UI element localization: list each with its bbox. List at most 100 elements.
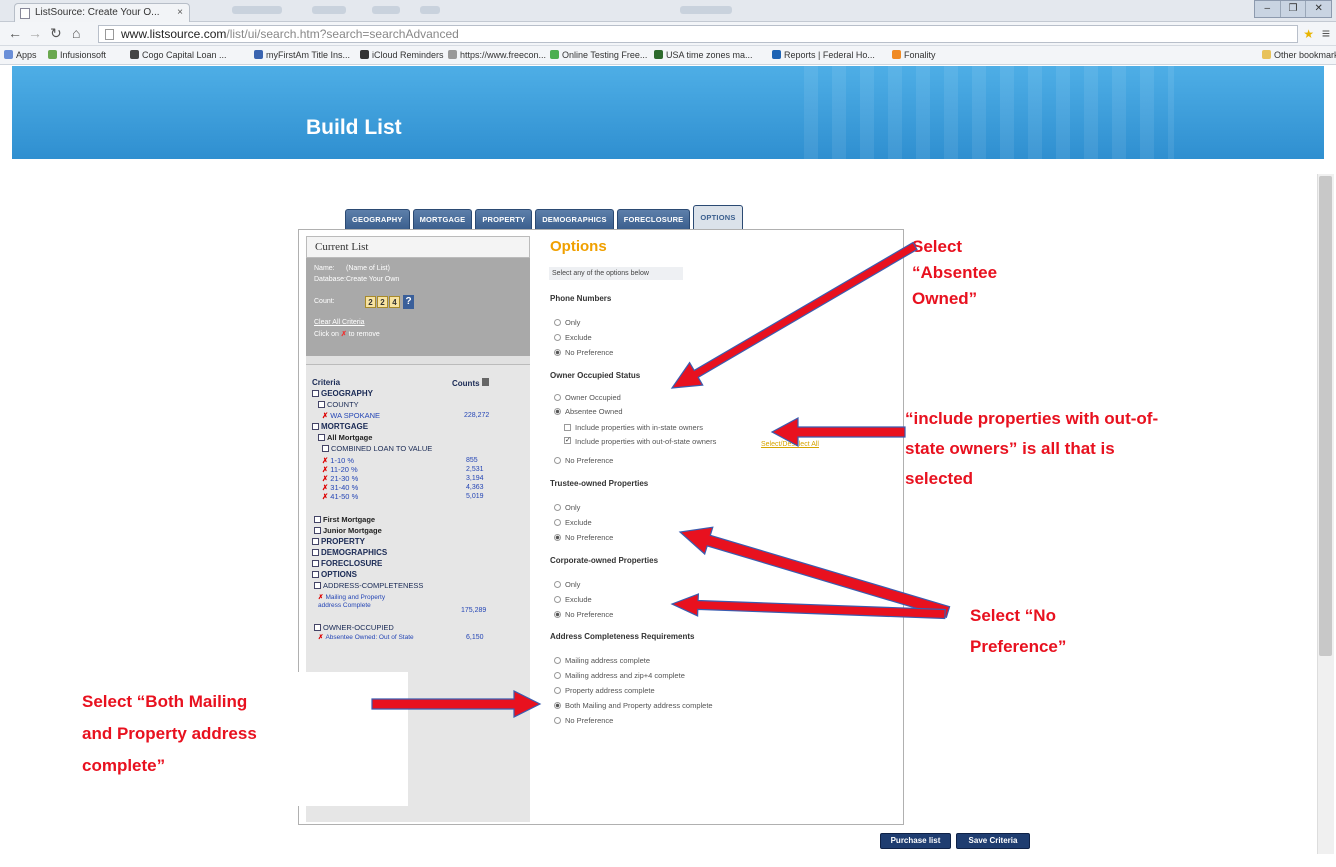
tree-demographics[interactable]: DEMOGRAPHICS: [312, 548, 387, 557]
tree-county[interactable]: COUNTY: [318, 400, 359, 409]
criteria-item[interactable]: ✗ WA SPOKANE: [322, 411, 380, 420]
tab-foreclosure[interactable]: FORECLOSURE: [616, 209, 691, 229]
expand-icon[interactable]: [312, 538, 319, 545]
select-deselect-all-link[interactable]: Select/Deselect All: [761, 441, 819, 448]
expand-icon[interactable]: [314, 516, 321, 523]
help-icon[interactable]: ?: [403, 295, 414, 309]
bookmark-timezones[interactable]: USA time zones ma...: [654, 50, 753, 60]
criteria-item[interactable]: ✗ 21-30 %: [322, 474, 358, 483]
remove-x-icon[interactable]: ✗: [318, 594, 323, 601]
in-state-owners-checkbox[interactable]: Include properties with in-state owners: [564, 423, 703, 432]
other-bookmarks[interactable]: Other bookmarks: [1262, 50, 1336, 60]
criteria-item[interactable]: ✗ 11-20 %: [322, 465, 358, 474]
tree-all-mortgage[interactable]: All Mortgage: [318, 433, 372, 442]
clear-all-criteria-link[interactable]: Clear All Criteria: [314, 319, 365, 326]
criteria-item[interactable]: ✗ 41-50 %: [322, 492, 358, 501]
tab-mortgage[interactable]: MORTGAGE: [412, 209, 473, 229]
collapse-icon[interactable]: [312, 390, 319, 397]
save-criteria-button[interactable]: Save Criteria: [956, 833, 1030, 849]
radio-icon: [554, 687, 561, 694]
corporate-only-radio[interactable]: Only: [554, 580, 580, 589]
bookmark-infusionsoft[interactable]: Infusionsoft: [48, 50, 106, 60]
tree-geography[interactable]: GEOGRAPHY: [312, 389, 373, 398]
bookmark-icloud[interactable]: iCloud Reminders: [360, 50, 444, 60]
forward-arrow-icon[interactable]: →: [28, 25, 42, 41]
bookmark-cogo[interactable]: Cogo Capital Loan ...: [130, 50, 227, 60]
criteria-item[interactable]: ✗ Absentee Owned: Out of State: [318, 633, 414, 641]
tree-foreclosure[interactable]: FORECLOSURE: [312, 559, 382, 568]
remove-x-icon[interactable]: ✗: [322, 492, 328, 501]
bookmark-star-icon[interactable]: ★: [1303, 27, 1314, 41]
tab-options[interactable]: OPTIONS: [693, 205, 743, 229]
trustee-exclude-radio[interactable]: Exclude: [554, 518, 592, 527]
remove-x-icon[interactable]: ✗: [322, 474, 328, 483]
bookmark-myfirstam[interactable]: myFirstAm Title Ins...: [254, 50, 350, 60]
collapse-icon[interactable]: [312, 571, 319, 578]
collapse-icon[interactable]: [314, 582, 321, 589]
bookmark-federal[interactable]: Reports | Federal Ho...: [772, 50, 875, 60]
tree-cltv[interactable]: COMBINED LOAN TO VALUE: [322, 444, 432, 453]
criteria-item[interactable]: ✗ Mailing and Property address Complete: [318, 594, 394, 610]
phone-exclude-radio[interactable]: Exclude: [554, 333, 592, 342]
tab-title: ListSource: Create Your O...: [35, 7, 160, 18]
collapse-icon[interactable]: [314, 624, 321, 631]
close-window-button[interactable]: ✕: [1306, 1, 1331, 17]
remove-x-icon[interactable]: ✗: [322, 465, 328, 474]
collapse-icon[interactable]: [318, 401, 325, 408]
expand-icon[interactable]: [312, 560, 319, 567]
mailing-complete-radio[interactable]: Mailing address complete: [554, 656, 650, 665]
tree-options[interactable]: OPTIONS: [312, 570, 357, 579]
owner-no-preference-radio[interactable]: No Preference: [554, 456, 613, 465]
bookmark-freecon[interactable]: https://www.freecon...: [448, 50, 546, 60]
address-bar[interactable]: www.listsource.com/list/ui/search.htm?se…: [98, 25, 1298, 43]
address-no-preference-radio[interactable]: No Preference: [554, 716, 613, 725]
out-of-state-owners-checkbox[interactable]: Include properties with out-of-state own…: [564, 437, 716, 446]
mailing-zip4-complete-radio[interactable]: Mailing address and zip+4 complete: [554, 671, 685, 680]
remove-x-icon[interactable]: ✗: [322, 411, 328, 420]
trustee-only-radio[interactable]: Only: [554, 503, 580, 512]
maximize-button[interactable]: ❐: [1281, 1, 1307, 17]
purchase-list-button[interactable]: Purchase list: [880, 833, 951, 849]
criteria-item[interactable]: ✗ 31-40 %: [322, 483, 358, 492]
remove-x-icon[interactable]: ✗: [318, 634, 323, 641]
home-icon[interactable]: ⌂: [72, 25, 80, 41]
tab-geography[interactable]: GEOGRAPHY: [345, 209, 410, 229]
back-arrow-icon[interactable]: ←: [8, 25, 22, 41]
remove-x-icon[interactable]: ✗: [322, 483, 328, 492]
trustee-no-preference-radio[interactable]: No Preference: [554, 533, 613, 542]
both-complete-radio[interactable]: Both Mailing and Property address comple…: [554, 701, 713, 710]
corporate-no-preference-radio[interactable]: No Preference: [554, 610, 613, 619]
property-complete-radio[interactable]: Property address complete: [554, 686, 655, 695]
bookmark-fonality[interactable]: Fonality: [892, 50, 936, 60]
collapse-icon[interactable]: [312, 423, 319, 430]
remove-x-icon[interactable]: ✗: [322, 456, 328, 465]
corporate-exclude-radio[interactable]: Exclude: [554, 595, 592, 604]
tree-first-mortgage[interactable]: First Mortgage: [314, 515, 375, 524]
collapse-icon[interactable]: [322, 445, 329, 452]
owner-occupied-radio[interactable]: Owner Occupied: [554, 393, 621, 402]
tab-close-icon[interactable]: ×: [177, 7, 183, 18]
tree-mortgage[interactable]: MORTGAGE: [312, 422, 368, 431]
tab-demographics[interactable]: DEMOGRAPHICS: [535, 209, 614, 229]
bookmark-apps[interactable]: Apps: [4, 50, 37, 60]
reload-icon[interactable]: ↻: [50, 25, 62, 42]
expand-icon[interactable]: [312, 549, 319, 556]
counts-sort-icon[interactable]: [481, 378, 489, 386]
phone-only-radio[interactable]: Only: [554, 318, 580, 327]
chrome-menu-icon[interactable]: ≡: [1322, 25, 1330, 41]
criteria-item[interactable]: ✗ 1-10 %: [322, 456, 354, 465]
minimize-button[interactable]: –: [1255, 1, 1281, 17]
browser-tab[interactable]: ListSource: Create Your O... ×: [14, 3, 190, 22]
absentee-owned-radio[interactable]: Absentee Owned: [554, 407, 623, 416]
tree-owner-occupied[interactable]: OWNER-OCCUPIED: [314, 623, 394, 632]
expand-icon[interactable]: [314, 527, 321, 534]
tab-property[interactable]: PROPERTY: [475, 209, 533, 229]
radio-icon: [554, 672, 561, 679]
tree-address-completeness[interactable]: ADDRESS-COMPLETENESS: [314, 581, 423, 590]
bookmark-testing[interactable]: Online Testing Free...: [550, 50, 647, 60]
phone-no-preference-radio[interactable]: No Preference: [554, 348, 613, 357]
scrollbar-thumb[interactable]: [1319, 176, 1332, 656]
tree-junior-mortgage[interactable]: Junior Mortgage: [314, 526, 382, 535]
tree-property[interactable]: PROPERTY: [312, 537, 365, 546]
collapse-icon[interactable]: [318, 434, 325, 441]
